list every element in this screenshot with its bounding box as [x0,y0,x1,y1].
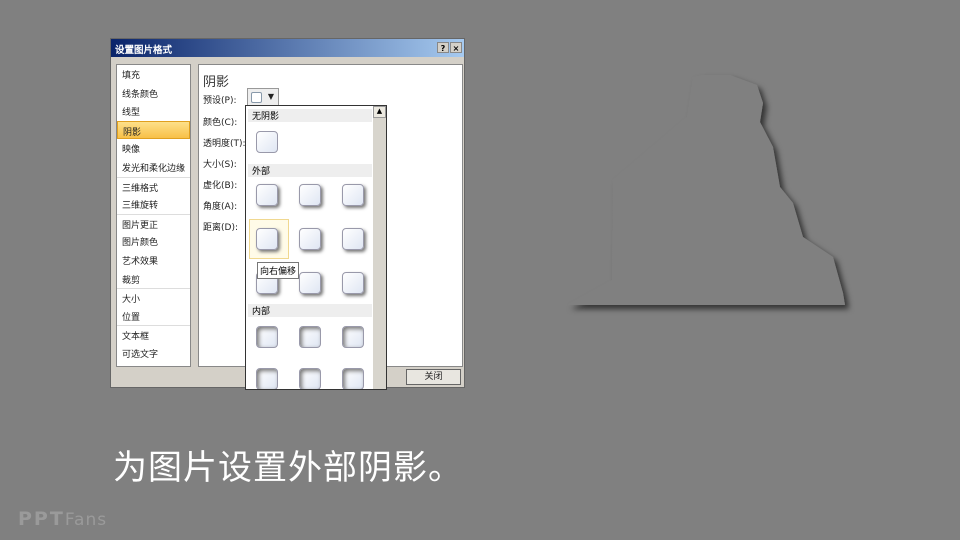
tooltip: 向右偏移 [257,262,300,279]
mountain-shape [567,75,845,305]
pptfans-logo: PPTFans [18,508,107,530]
logo-fans: Fans [64,510,108,530]
logo-ppt: PPT [18,508,65,530]
slide-caption: 为图片设置外部阴影。 [113,448,463,488]
